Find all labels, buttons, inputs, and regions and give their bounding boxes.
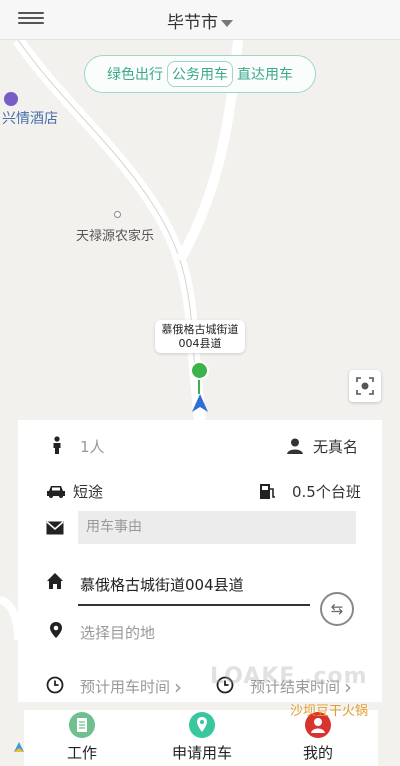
road-side bbox=[0, 596, 22, 641]
overlay-text: 沙坝豆干火锅 bbox=[290, 704, 369, 719]
start-time-field[interactable]: 预计用车时间 › bbox=[80, 675, 182, 699]
tab-work-label: 工作 bbox=[66, 744, 97, 762]
location-icon bbox=[50, 622, 62, 638]
poi-hotel[interactable]: 兴情酒店 bbox=[2, 108, 58, 128]
watermark: LOAKE .com bbox=[210, 664, 368, 689]
mode-direct[interactable]: 直达用车 bbox=[233, 64, 297, 84]
location-line2: 004县道 bbox=[178, 337, 222, 350]
mode-green[interactable]: 绿色出行 bbox=[103, 64, 167, 84]
origin-field[interactable]: 慕俄格古城街道004县道 bbox=[80, 574, 244, 595]
passenger-count[interactable]: 1人 bbox=[80, 436, 105, 457]
location-bubble: 慕俄格古城街道 004县道 bbox=[155, 320, 245, 353]
location-line1: 慕俄格古城街道 bbox=[161, 323, 239, 336]
navigation-arrow-icon bbox=[192, 394, 208, 412]
trip-type[interactable]: 短途 bbox=[73, 481, 103, 502]
chevron-right-icon: › bbox=[174, 675, 183, 699]
person-icon bbox=[53, 436, 61, 454]
fuel-quota[interactable]: 0.5个台班 bbox=[292, 481, 361, 502]
home-icon bbox=[47, 573, 63, 589]
crosshair-icon bbox=[356, 377, 374, 395]
destination-field[interactable]: 选择目的地 bbox=[80, 622, 155, 643]
mode-official[interactable]: 公务用车 bbox=[167, 61, 233, 87]
document-icon bbox=[69, 712, 95, 738]
poi-marker bbox=[114, 211, 121, 218]
tab-work[interactable]: 工作 bbox=[52, 710, 112, 763]
swap-button[interactable]: ⇆ bbox=[320, 592, 354, 626]
tab-apply[interactable]: 申请用车 bbox=[162, 710, 242, 763]
car-icon bbox=[47, 486, 65, 498]
no-real-name[interactable]: 无真名 bbox=[313, 436, 358, 457]
start-time-label: 预计用车时间 bbox=[80, 678, 171, 696]
app-corner-icon bbox=[14, 742, 24, 752]
request-form: 1人 无真名 短途 0.5个台班 用车事由 慕俄格古城街道004县道 ⇆ 选择目… bbox=[18, 420, 382, 702]
locate-button[interactable] bbox=[349, 370, 381, 402]
chevron-down-icon bbox=[221, 19, 233, 27]
poi-farm[interactable]: 天禄源农家乐 bbox=[76, 225, 154, 244]
mode-switch: 绿色出行 公务用车 直达用车 bbox=[84, 55, 316, 93]
map-pin-icon bbox=[189, 712, 215, 738]
user-icon bbox=[287, 438, 303, 454]
clock-icon bbox=[46, 676, 64, 694]
city-name[interactable]: 毕节市 bbox=[167, 13, 218, 33]
fuel-icon bbox=[260, 484, 275, 499]
app-header: 毕节市 bbox=[0, 0, 400, 40]
swap-icon: ⇆ bbox=[330, 600, 344, 618]
location-pin-icon[interactable] bbox=[190, 361, 209, 380]
city-selector[interactable]: 毕节市 bbox=[0, 8, 400, 33]
origin-underline bbox=[78, 604, 310, 606]
hotel-icon bbox=[4, 92, 18, 106]
reason-input[interactable]: 用车事由 bbox=[78, 511, 356, 544]
tab-apply-label: 申请用车 bbox=[171, 744, 232, 762]
mail-icon bbox=[46, 521, 64, 535]
tab-mine-label: 我的 bbox=[302, 744, 333, 762]
